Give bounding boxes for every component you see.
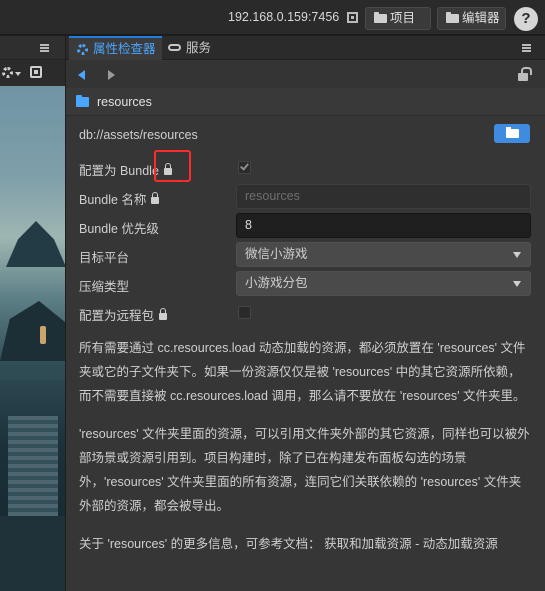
asset-header: resources [66,88,545,116]
gear-icon [77,44,88,55]
scene-building [6,221,65,267]
doc-link[interactable]: 获取和加载资源 - 动态加载资源 [324,537,498,551]
check-icon [240,161,249,171]
priority-input[interactable]: 8 [236,213,531,238]
scene-building [0,301,65,361]
inspector-tab-bar: 属性检查器 服务 [66,36,545,60]
open-project-button[interactable]: 项目 [365,7,431,30]
inspector-panel: 属性检查器 服务 resources db://assets/resources… [66,36,545,591]
tab-inspector[interactable]: 属性检查器 [69,36,162,60]
resources-description: 所有需要通过 cc.resources.load 动态加载的资源，都必须放置在 … [79,336,531,570]
back-arrow-icon[interactable] [78,70,85,80]
scene-toolbar [0,60,65,86]
tab-service[interactable]: 服务 [162,36,212,60]
forward-arrow-icon[interactable] [108,70,115,80]
chevron-down-icon [513,281,521,287]
doc-prefix: 关于 'resources' 的更多信息，可参考文档： [79,537,321,551]
bundle-name-label: Bundle 名称 [79,193,147,207]
open-project-label: 项目 [390,11,416,25]
compression-value: 小游戏分包 [245,276,308,290]
bundle-checkbox[interactable] [238,161,251,174]
folder-icon [446,12,459,23]
inspector-nav [66,61,545,88]
open-editor-label: 编辑器 [462,11,500,25]
open-editor-button[interactable]: 编辑器 [437,7,506,30]
scene-stairs [8,416,58,526]
scene-ground [0,516,65,591]
folder-icon [374,12,387,23]
asset-name: resources [97,95,152,109]
remote-label-row: 配置为远程包 [79,305,168,324]
compression-label: 压缩类型 [79,280,130,294]
help-icon[interactable]: ? [514,7,538,31]
compression-select[interactable]: 小游戏分包 [236,271,531,296]
description-paragraph: 'resources' 文件夹里面的资源，可以引用文件夹外部的其它资源，同样也可… [79,427,530,513]
tab-inspector-label: 属性检查器 [93,42,156,56]
panel-menu-icon[interactable] [522,44,531,52]
panel-menu-icon[interactable] [40,44,49,52]
remote-checkbox[interactable] [238,306,251,319]
folder-open-icon [506,127,519,138]
folder-icon [76,95,89,107]
description-paragraph: 所有需要通过 cc.resources.load 动态加载的资源，都必须放置在 … [79,341,526,403]
preview-address[interactable]: 192.168.0.159:7456 [228,10,339,24]
lock-icon [151,192,160,204]
tab-service-label: 服务 [186,41,212,55]
remote-label: 配置为远程包 [79,309,155,323]
priority-label: Bundle 优先级 [79,222,159,236]
gear-icon[interactable] [2,67,13,78]
scene-panel [0,36,65,591]
scene-lantern [40,326,46,344]
open-folder-button[interactable] [494,124,530,143]
target-platform-select[interactable]: 微信小游戏 [236,242,531,267]
scene-roof [0,368,65,380]
qr-code-icon[interactable] [347,12,358,23]
description-paragraph: 关于 'resources' 的更多信息，可参考文档： 获取和加载资源 - 动态… [79,532,531,556]
gizmo-toggle-icon[interactable] [30,66,42,78]
target-platform-label: 目标平台 [79,251,130,265]
chevron-down-icon [513,252,521,258]
bundle-name-label-row: Bundle 名称 [79,189,160,208]
top-toolbar: 192.168.0.159:7456 项目 编辑器 ? [0,0,545,35]
lock-icon [159,308,168,320]
bundle-label: 配置为 Bundle [79,164,159,178]
asset-path: db://assets/resources [79,128,198,142]
link-icon [168,44,181,51]
chevron-down-icon[interactable] [15,72,21,76]
scene-viewport[interactable] [0,86,65,591]
scene-panel-header [0,36,65,60]
bundle-name-field[interactable]: resources [236,184,531,209]
target-platform-value: 微信小游戏 [245,247,308,261]
highlight-box [154,150,191,182]
unlock-icon[interactable] [518,67,532,81]
